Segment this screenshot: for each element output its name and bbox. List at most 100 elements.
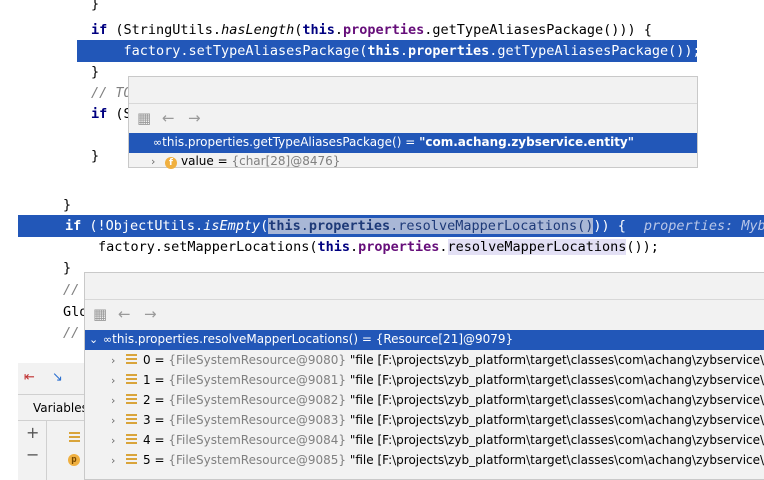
back-arrow-icon[interactable]: ←	[118, 304, 131, 324]
field-properties: properties	[408, 43, 490, 59]
code-text: .getTypeAliasesPackage());	[489, 43, 701, 59]
row-index: 4	[143, 433, 151, 447]
restore-layout-icon[interactable]: ⇤	[24, 370, 35, 385]
variables-tab[interactable]: Variables	[33, 399, 88, 417]
keyword-if: if	[91, 22, 108, 38]
forward-arrow-icon[interactable]: →	[188, 108, 201, 128]
array-element-icon	[125, 373, 139, 385]
array-element-icon	[125, 393, 139, 405]
property-icon: p	[68, 447, 80, 466]
code-text: .	[334, 22, 344, 38]
row-text: "file [F:\projects\zyb_platform\target\c…	[349, 353, 764, 367]
keyword-if: if	[65, 218, 82, 234]
code-text: (	[260, 218, 269, 234]
field-icon: f	[165, 157, 177, 169]
infinity-icon: ∞	[153, 136, 163, 149]
code-comment-1: //	[63, 282, 80, 298]
back-arrow-icon[interactable]: ←	[162, 108, 175, 128]
array-row[interactable]: › 0 = {FileSystemResource@9080} "file [F:…	[85, 350, 764, 371]
code-text: factory.setMapperLocations(	[98, 239, 318, 255]
array-row[interactable]: › 3 = {FileSystemResource@9083} "file [F:…	[85, 410, 764, 431]
child-value: {char[28]@8476}	[231, 154, 341, 168]
row-text: "file [F:\projects\zyb_platform\target\c…	[349, 413, 764, 427]
child-eq: =	[213, 154, 232, 168]
divider	[18, 394, 86, 395]
minus-icon[interactable]: −	[26, 445, 39, 464]
code-brace-partial: }	[91, 0, 100, 12]
keyword-this: this	[367, 43, 400, 59]
row-index: 3	[143, 413, 151, 427]
row-ref: {FileSystemResource@9080}	[168, 353, 346, 367]
chevron-right-icon[interactable]: ›	[111, 451, 125, 471]
chevron-down-icon[interactable]: ⌄	[89, 330, 103, 349]
array-row[interactable]: › 4 = {FileSystemResource@9084} "file [F:…	[85, 430, 764, 451]
watch-icon[interactable]: ▦	[93, 304, 107, 324]
code-line-if-haslength[interactable]: if (StringUtils.hasLength(this.propertie…	[91, 20, 652, 40]
code-comment-2: //	[63, 325, 80, 341]
code-comment-todo: // TO	[91, 85, 132, 101]
row-text: "file [F:\projects\zyb_platform\target\c…	[349, 393, 764, 407]
popup-toolbar: ▦ ← →	[129, 104, 697, 132]
chevron-right-icon[interactable]: ›	[111, 391, 125, 411]
array-element-icon	[125, 413, 139, 425]
code-text: ());	[626, 239, 659, 255]
keyword-this: this	[302, 22, 335, 38]
row-text: "file [F:\projects\zyb_platform\target\c…	[349, 433, 764, 447]
row-ref: {FileSystemResource@9083}	[168, 413, 346, 427]
chevron-right-icon[interactable]: ›	[111, 351, 125, 371]
chevron-right-icon[interactable]: ›	[111, 371, 125, 391]
keyword-if: if	[91, 106, 108, 122]
field-properties: properties	[358, 239, 440, 255]
watch-icon[interactable]: ▦	[137, 108, 151, 128]
code-line-selected-isempty[interactable]: if (!ObjectUtils.isEmpty(this.properties…	[18, 215, 764, 237]
selected-expression: this.properties.resolveMapperLocations()	[268, 218, 594, 234]
field-properties: properties	[308, 218, 391, 234]
code-brace-close-2: }	[91, 148, 100, 164]
array-element-icon	[125, 433, 139, 445]
method-resolvemapperlocations: resolveMapperLocations	[447, 239, 627, 255]
code-line-if-partial: if (S	[91, 104, 132, 124]
popup-tree-selected-row[interactable]: ∞this.properties.getTypeAliasesPackage()…	[129, 133, 697, 153]
array-row[interactable]: › 2 = {FileSystemResource@9082} "file [F:…	[85, 390, 764, 411]
code-text: factory.setTypeAliasesPackage(	[123, 43, 368, 59]
child-name: value	[181, 154, 214, 168]
keyword-this: this	[268, 218, 301, 234]
code-text: .getTypeAliasesPackage())) {	[424, 22, 652, 38]
array-row[interactable]: › 1 = {FileSystemResource@9081} "file [F:…	[85, 370, 764, 391]
row-ref: {FileSystemResource@9081}	[168, 373, 346, 387]
method-isempty: isEmpty	[203, 218, 261, 234]
popup-toolbar-blank	[85, 273, 764, 300]
divider-vertical	[46, 420, 47, 480]
infinity-icon: ∞	[103, 333, 113, 346]
row-index: 2	[143, 393, 151, 407]
array-element-icon	[125, 353, 139, 365]
expr-text: this.properties.resolveMapperLocations()…	[112, 332, 514, 346]
method-haslength: hasLength	[221, 22, 295, 38]
row-index: 5	[143, 453, 151, 467]
popup-toolbar-blank	[129, 77, 697, 104]
keyword-this: this	[317, 239, 350, 255]
code-text: .	[349, 239, 359, 255]
chevron-right-icon[interactable]: ›	[111, 431, 125, 451]
step-into-icon[interactable]: ↘	[52, 370, 63, 385]
popup-toolbar: ▦ ← →	[85, 300, 764, 328]
chevron-right-icon[interactable]: ›	[111, 411, 125, 431]
row-text: "file [F:\projects\zyb_platform\target\c…	[349, 373, 764, 387]
array-row[interactable]: › 5 = {FileSystemResource@9085} "file [F:…	[85, 450, 764, 471]
inline-hint: properties: Myba	[643, 218, 764, 234]
code-text: .	[439, 239, 448, 255]
forward-arrow-icon[interactable]: →	[144, 304, 157, 324]
popup-tree-child-row[interactable]: › f value = {char[28]@8476}	[129, 152, 697, 170]
code-line-selected-settypealiases[interactable]: factory.setTypeAliasesPackage(this.prope…	[77, 40, 701, 62]
expr-text: this.properties.getTypeAliasesPackage() …	[162, 135, 420, 149]
evaluate-popup-top[interactable]: ▦ ← → ∞this.properties.getTypeAliasesPac…	[128, 76, 698, 170]
chevron-right-icon[interactable]: ›	[151, 153, 165, 170]
evaluate-popup-bottom[interactable]: ▦ ← → ⌄ ∞this.properties.resolveMapperLoc…	[84, 272, 764, 480]
code-text: (StringUtils.	[107, 22, 222, 38]
code-text: .	[399, 43, 409, 59]
popup-tree-selected-row[interactable]: ⌄ ∞this.properties.resolveMapperLocations…	[85, 330, 764, 350]
plus-icon[interactable]: +	[26, 423, 39, 442]
row-text: "file [F:\projects\zyb_platform\target\c…	[349, 453, 764, 467]
code-line-setmapperlocations[interactable]: factory.setMapperLocations(this.properti…	[98, 237, 659, 257]
